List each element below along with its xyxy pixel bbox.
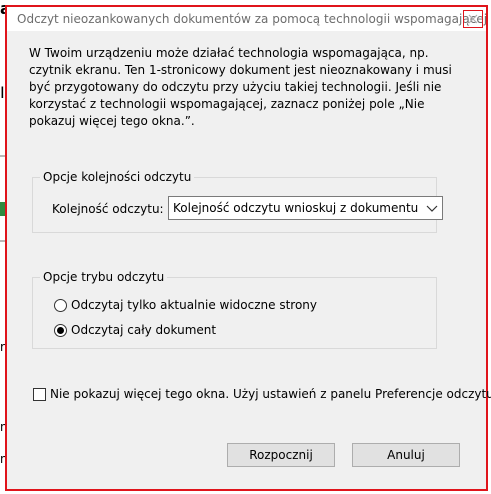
reading-order-select[interactable]: Kolejność odczytu wnioskuj z dokumentu (… [168, 196, 443, 220]
radio-whole-document[interactable]: Odczytaj cały dokument [54, 323, 216, 337]
cancel-button[interactable]: Anuluj [352, 443, 460, 467]
close-icon [468, 14, 478, 24]
reading-mode-group: Opcje trybu odczytu Odczytaj tylko aktua… [32, 270, 437, 349]
reading-order-legend: Opcje kolejności odczytu [40, 170, 195, 185]
dont-show-again-option[interactable]: Nie pokazuj więcej tego okna. Użyj ustaw… [33, 387, 491, 401]
reading-mode-legend: Opcje trybu odczytu [40, 270, 168, 285]
radio-whole-document-label: Odczytaj cały dokument [71, 323, 217, 337]
close-button[interactable] [463, 10, 483, 28]
chevron-down-icon [426, 205, 438, 212]
reading-order-label: Kolejność odczytu: [52, 202, 164, 216]
dialog-titlebar: Odczyt nieozankowanych dokumentów za pom… [7, 7, 488, 31]
start-button[interactable]: Rozpocznij [227, 443, 335, 467]
dialog-title: Odczyt nieozankowanych dokumentów za pom… [17, 12, 488, 26]
dialog-intro-text: W Twoim urządzeniu może działać technolo… [29, 46, 452, 128]
dont-show-again-label: Nie pokazuj więcej tego okna. Użyj ustaw… [50, 387, 491, 401]
reading-order-group: Opcje kolejności odczytu Kolejność odczy… [32, 170, 443, 233]
radio-visible-pages[interactable]: Odczytaj tylko aktualnie widoczne strony [54, 298, 317, 312]
dont-show-again-checkbox[interactable] [33, 387, 46, 401]
radio-button-checked[interactable] [54, 323, 67, 337]
assistive-reading-dialog: Odczyt nieozankowanych dokumentów za pom… [5, 5, 491, 491]
radio-button-unchecked[interactable] [54, 298, 67, 312]
reading-order-selected-value: Kolejność odczytu wnioskuj z dokumentu (… [173, 201, 420, 215]
radio-visible-pages-label: Odczytaj tylko aktualnie widoczne strony [71, 298, 318, 312]
